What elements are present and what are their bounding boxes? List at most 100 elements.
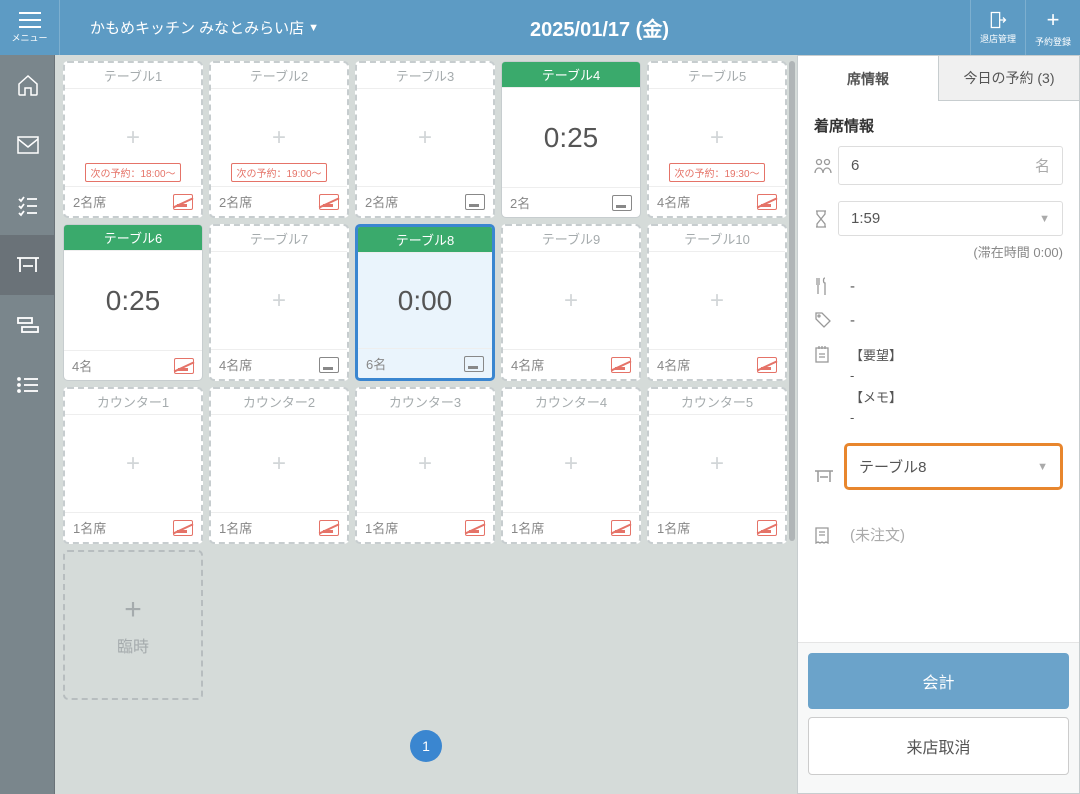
checkout-button[interactable]: 会計 (808, 653, 1069, 709)
table-card[interactable]: テーブル8 0:00 6名 (355, 224, 495, 381)
table-body: + (211, 252, 347, 349)
tag-value: - (838, 312, 1063, 329)
plus-icon: + (710, 287, 724, 315)
table-name: カウンター5 (649, 389, 785, 415)
table-card[interactable]: テーブル40:252名 (501, 61, 641, 218)
table-body: + (649, 415, 785, 512)
table-footer: 4名席 (649, 186, 785, 216)
no-smoking-icon (611, 520, 631, 536)
utensils-icon (814, 277, 838, 295)
seat-count: 4名席 (657, 355, 690, 374)
no-smoking-icon (319, 520, 339, 536)
no-smoking-icon (465, 520, 485, 536)
seat-count: 2名席 (365, 192, 398, 211)
table-card[interactable]: カウンター1+1名席 (63, 387, 203, 544)
plus-icon: + (710, 124, 724, 152)
tab-seat-info[interactable]: 席情報 (798, 56, 939, 101)
table-name: テーブル3 (357, 63, 493, 89)
sidebar-timeline[interactable] (0, 295, 55, 355)
checklist-icon (16, 193, 40, 217)
menu-button[interactable]: メニュー (0, 0, 60, 55)
table-card[interactable]: テーブル2+次の予約：19:00～2名席 (209, 61, 349, 218)
smoking-icon (612, 195, 632, 211)
seat-count: 1名席 (511, 518, 544, 537)
table-card[interactable]: テーブル5+次の予約：19:30～4名席 (647, 61, 787, 218)
table-grid-area: テーブル1+次の予約：18:00～2名席テーブル2+次の予約：19:00～2名席… (55, 55, 797, 794)
table-icon (15, 254, 41, 276)
store-mgmt-label: 退店管理 (980, 32, 1016, 45)
plus-icon: + (710, 450, 724, 478)
home-icon (16, 73, 40, 97)
table-footer: 1名席 (649, 512, 785, 542)
order-status: (未注文) (838, 524, 1063, 545)
seat-count: 6名 (366, 354, 386, 373)
timer: 0:00 (398, 285, 453, 317)
guest-count-input[interactable]: 6 名 (838, 146, 1063, 185)
cancel-visit-button[interactable]: 来店取消 (808, 717, 1069, 775)
table-card[interactable]: テーブル60:254名 (63, 224, 203, 381)
guests-icon (814, 158, 838, 174)
table-footer: 4名 (64, 350, 202, 380)
table-card[interactable]: テーブル1+次の予約：18:00～2名席 (63, 61, 203, 218)
panel-tabs: 席情報 今日の予約 (3) (798, 56, 1079, 101)
seat-info-title: 着席情報 (814, 115, 1063, 136)
seat-count: 4名席 (511, 355, 544, 374)
hamburger-icon (19, 12, 41, 28)
table-name: テーブル10 (649, 226, 785, 252)
tab-today-reservations[interactable]: 今日の予約 (3) (939, 56, 1079, 101)
timer: 0:25 (106, 285, 161, 317)
list-icon (16, 376, 40, 394)
seat-count: 1名席 (219, 518, 252, 537)
smoking-icon (319, 357, 339, 373)
table-card[interactable]: カウンター4+1名席 (501, 387, 641, 544)
plus-icon: + (564, 287, 578, 315)
table-card[interactable]: カウンター2+1名席 (209, 387, 349, 544)
table-select-dropdown[interactable]: テーブル8 ▼ (844, 443, 1063, 490)
sidebar-list[interactable] (0, 355, 55, 415)
no-smoking-icon (173, 520, 193, 536)
table-card[interactable]: テーブル10 +4名席 (647, 224, 787, 381)
course-value: - (838, 278, 1063, 295)
sidebar-tables[interactable] (0, 235, 55, 295)
table-name: テーブル8 (358, 227, 492, 253)
table-body: 0:25 (502, 88, 640, 187)
table-footer: 1名席 (65, 512, 201, 542)
time-input[interactable]: 1:59 ▼ (838, 201, 1063, 236)
table-footer: 4名席 (211, 349, 347, 379)
sidebar-checklist[interactable] (0, 175, 55, 235)
chevron-down-icon: ▼ (1039, 213, 1050, 225)
table-card[interactable]: テーブル9 +4名席 (501, 224, 641, 381)
chevron-down-icon: ▼ (1037, 461, 1048, 473)
sidebar-mail[interactable] (0, 115, 55, 175)
add-reservation-button[interactable]: + 予約登録 (1025, 0, 1080, 55)
table-card[interactable]: カウンター3+1名席 (355, 387, 495, 544)
table-name: カウンター4 (503, 389, 639, 415)
no-smoking-icon (757, 357, 777, 373)
table-name: テーブル9 (503, 226, 639, 252)
table-card[interactable]: カウンター5 +1名席 (647, 387, 787, 544)
table-name: カウンター1 (65, 389, 201, 415)
scrollbar[interactable] (789, 61, 795, 541)
add-temp-table[interactable]: + 臨時 (63, 550, 203, 700)
table-body: + (649, 252, 785, 349)
tag-icon (814, 311, 838, 329)
table-name: テーブル2 (211, 63, 347, 89)
table-card[interactable]: テーブル7+4名席 (209, 224, 349, 381)
timeline-icon (16, 316, 40, 334)
page-indicator[interactable]: 1 (410, 730, 442, 762)
seat-count: 1名席 (73, 518, 106, 537)
table-body: +次の予約：19:30～ (649, 89, 785, 186)
seat-count: 2名席 (73, 192, 106, 211)
date-display[interactable]: 2025/01/17 (金) (229, 13, 970, 42)
table-body: + (65, 415, 201, 512)
smoking-icon (465, 194, 485, 210)
sidebar-home[interactable] (0, 55, 55, 115)
table-footer: 4名席 (649, 349, 785, 379)
table-body: 0:25 (64, 251, 202, 350)
table-footer: 6名 (358, 348, 492, 378)
table-name: カウンター3 (357, 389, 493, 415)
table-card[interactable]: テーブル3+2名席 (355, 61, 495, 218)
table-body: + (503, 252, 639, 349)
seat-count: 4名 (72, 356, 92, 375)
store-management-button[interactable]: 退店管理 (970, 0, 1025, 55)
